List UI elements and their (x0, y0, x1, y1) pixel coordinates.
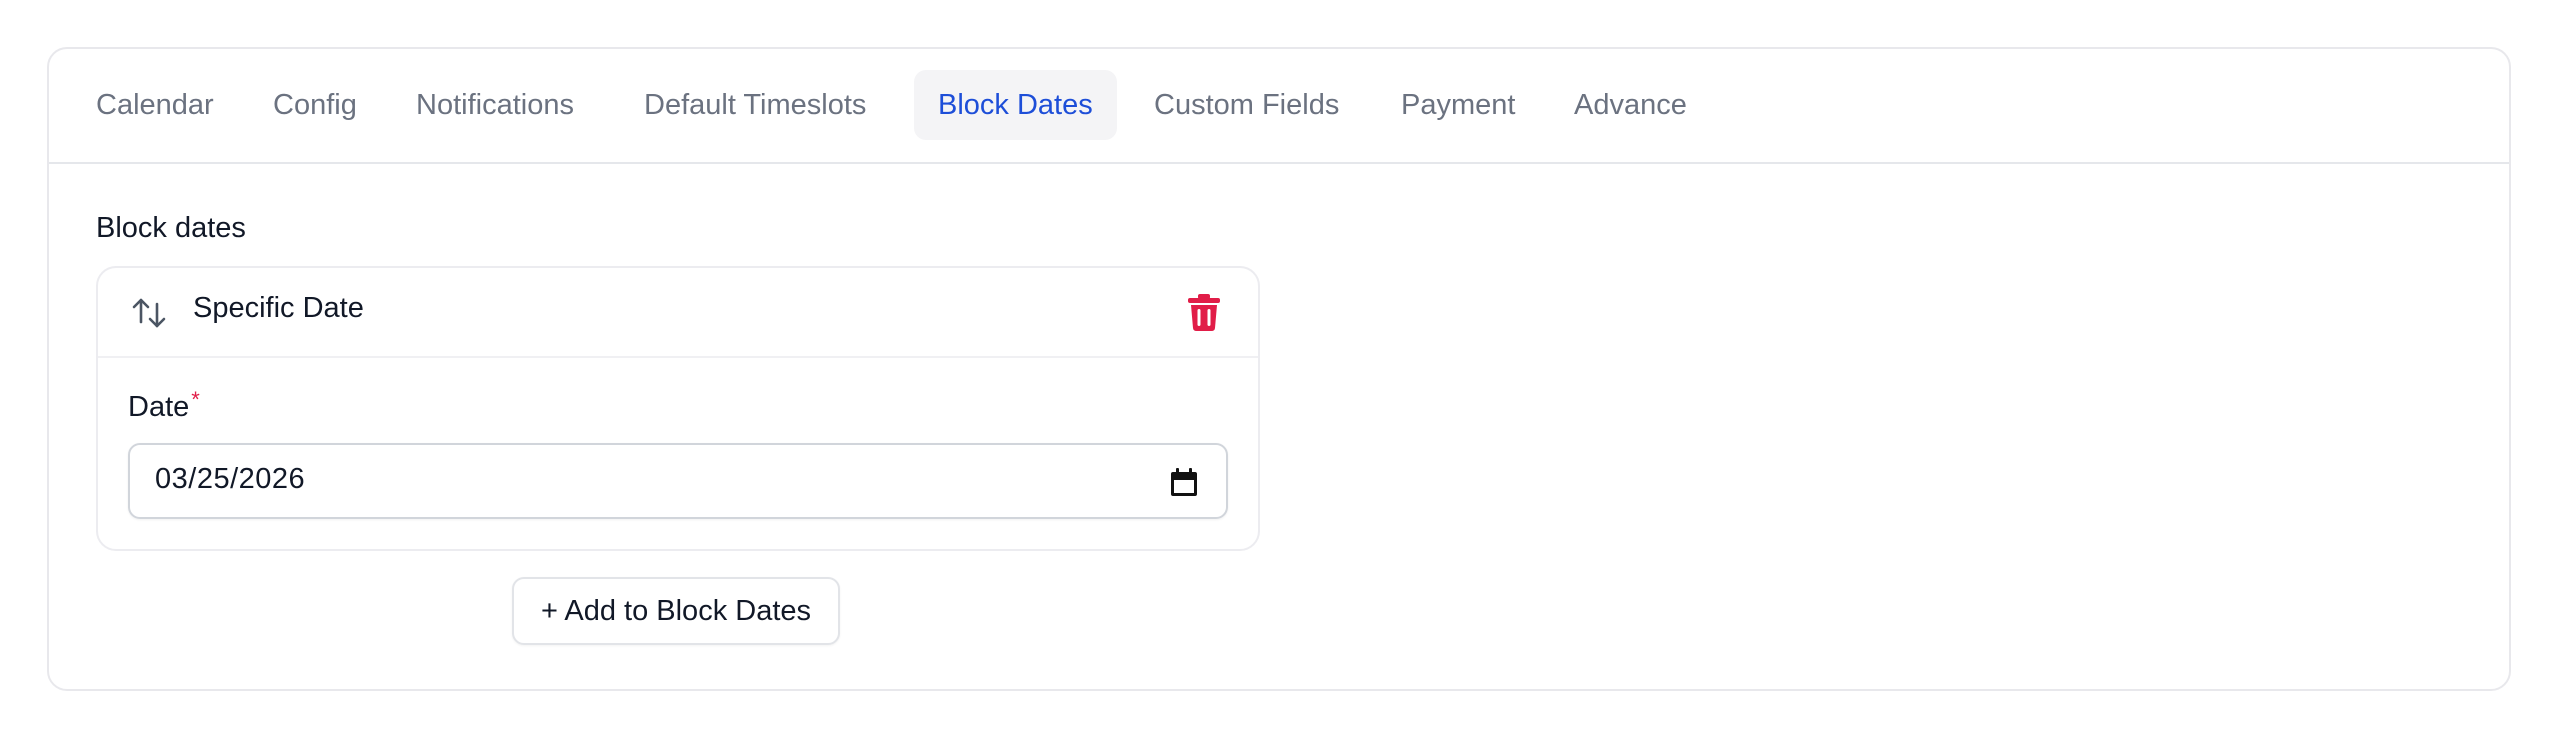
block-date-item-title: Specific Date (193, 292, 364, 324)
calendar-icon[interactable] (1170, 467, 1198, 497)
block-date-item: Specific Date Date* 03/25/2026 (96, 266, 1260, 551)
tab-calendar[interactable]: Calendar (72, 70, 238, 140)
trash-icon[interactable] (1186, 292, 1222, 332)
tab-default-timeslots[interactable]: Default Timeslots (620, 70, 890, 140)
tab-config[interactable]: Config (249, 70, 381, 140)
date-label-text: Date (128, 391, 190, 423)
date-input[interactable]: 03/25/2026 (128, 443, 1228, 519)
add-to-block-dates-button[interactable]: + Add to Block Dates (512, 577, 840, 645)
settings-panel: Calendar Config Notifications Default Ti… (47, 47, 2511, 691)
tab-block-dates[interactable]: Block Dates (914, 70, 1117, 140)
required-mark: * (191, 387, 200, 412)
tab-notifications[interactable]: Notifications (392, 70, 598, 140)
block-date-item-header: Specific Date (98, 268, 1258, 358)
tab-bar: Calendar Config Notifications Default Ti… (49, 49, 2509, 164)
tab-custom-fields[interactable]: Custom Fields (1130, 70, 1363, 140)
date-input-value: 03/25/2026 (155, 463, 306, 495)
tab-payment[interactable]: Payment (1377, 70, 1539, 140)
tab-advance[interactable]: Advance (1550, 70, 1711, 140)
date-field-label: Date* (128, 387, 200, 424)
sort-arrows-icon[interactable] (130, 294, 168, 332)
section-title: Block dates (96, 212, 246, 244)
